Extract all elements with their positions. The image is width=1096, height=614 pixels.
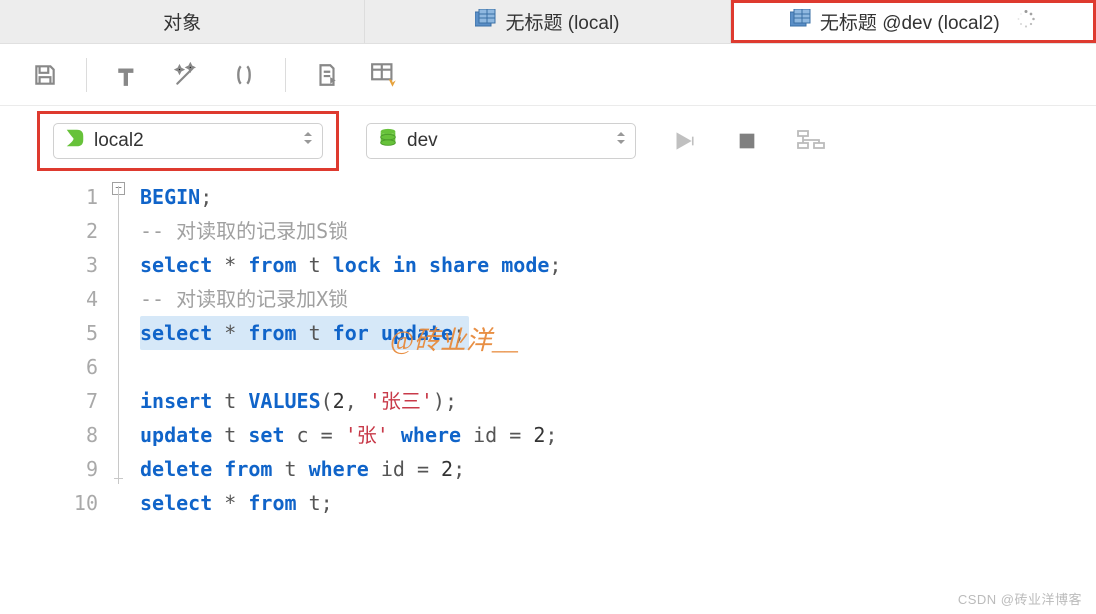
chevron-updown-icon <box>302 129 314 153</box>
line-number: 5 <box>0 316 98 350</box>
run-table-button[interactable] <box>368 58 402 92</box>
tab-objects[interactable]: 对象 <box>0 0 365 43</box>
code-line[interactable]: -- 对读取的记录加S锁 <box>140 214 561 248</box>
code-line[interactable]: insert t VALUES(2, '张三'); <box>140 384 561 418</box>
code-line[interactable]: -- 对读取的记录加X锁 <box>140 282 561 316</box>
database-value: dev <box>407 130 438 152</box>
export-button[interactable] <box>310 58 344 92</box>
document-arrow-icon <box>314 62 340 88</box>
tab-label: 无标题 @dev (local2) <box>820 8 1000 35</box>
tab-untitled-dev-local2[interactable]: 无标题 @dev (local2) <box>731 0 1096 43</box>
line-number: 1 <box>0 180 98 214</box>
tab-bar: 对象 无标题 (local) 无标题 @dev (local2) <box>0 0 1096 44</box>
author-watermark: @砖业洋__ <box>390 324 518 358</box>
connection-icon <box>64 127 86 155</box>
database-icon <box>377 127 399 155</box>
parentheses-icon <box>231 62 257 88</box>
run-button[interactable] <box>666 124 700 158</box>
stop-button[interactable] <box>730 124 764 158</box>
code-line[interactable]: BEGIN; <box>140 180 561 214</box>
separator <box>86 58 87 92</box>
save-icon <box>32 62 58 88</box>
paren-button[interactable] <box>227 58 261 92</box>
line-number: 9 <box>0 452 98 486</box>
stop-icon <box>736 130 758 152</box>
footer-watermark: CSDN @砖业洋博客 <box>958 589 1082 608</box>
code-line[interactable]: update t set c = '张' where id = 2; <box>140 418 561 452</box>
save-button[interactable] <box>28 58 62 92</box>
code-line[interactable]: select * from t lock in share mode; <box>140 248 561 282</box>
tab-label: 对象 <box>163 8 201 35</box>
hammer-icon <box>115 62 141 88</box>
explain-button[interactable] <box>794 124 828 158</box>
line-number: 2 <box>0 214 98 248</box>
line-number: 6 <box>0 350 98 384</box>
loading-spinner-icon <box>1016 9 1036 35</box>
toolbar <box>0 44 1096 106</box>
tab-untitled-local[interactable]: 无标题 (local) <box>365 0 730 43</box>
separator <box>285 58 286 92</box>
table-icon <box>475 9 497 35</box>
code-line[interactable]: select * from t; <box>140 486 561 520</box>
connection-dropdown[interactable]: local2 <box>53 123 323 159</box>
line-number: 4 <box>0 282 98 316</box>
line-number: 8 <box>0 418 98 452</box>
beautify-button[interactable] <box>169 58 203 92</box>
chevron-updown-icon <box>615 129 627 153</box>
line-number: 7 <box>0 384 98 418</box>
build-button[interactable] <box>111 58 145 92</box>
line-number: 10 <box>0 486 98 520</box>
selector-row: local2 dev <box>0 106 1096 176</box>
tab-label: 无标题 (local) <box>505 8 619 35</box>
explain-plan-icon <box>796 128 826 154</box>
sql-editor[interactable]: 12345678910 − BEGIN;-- 对读取的记录加S锁select *… <box>0 176 1096 520</box>
play-icon <box>670 128 696 154</box>
magic-wand-icon <box>173 62 199 88</box>
table-icon <box>790 9 812 35</box>
line-number-gutter: 12345678910 <box>0 180 110 520</box>
line-number: 3 <box>0 248 98 282</box>
connection-value: local2 <box>94 130 144 152</box>
database-selector-wrap: dev <box>366 123 636 159</box>
table-export-icon <box>370 62 400 88</box>
database-dropdown[interactable]: dev <box>366 123 636 159</box>
code-line[interactable]: delete from t where id = 2; <box>140 452 561 486</box>
connection-selector-highlight: local2 <box>40 114 336 168</box>
